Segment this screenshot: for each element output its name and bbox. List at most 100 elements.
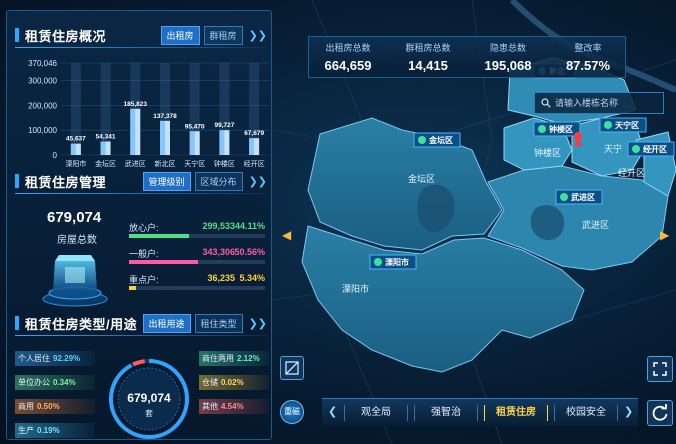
region-jintan bbox=[307, 117, 503, 251]
marker-label: 溧阳市 bbox=[385, 257, 409, 267]
x-tick-label: 新北区 bbox=[155, 159, 176, 168]
layer-toggle-button[interactable] bbox=[280, 356, 304, 380]
management-title: 租赁住房管理 bbox=[25, 174, 107, 190]
nav-prev-icon[interactable]: ❮ bbox=[328, 405, 337, 418]
tab-group-rental[interactable]: 群租房 bbox=[203, 25, 243, 45]
x-tick-label: 金坛区 bbox=[95, 159, 116, 168]
level-percent: 50.56% bbox=[234, 247, 265, 257]
usage-total-unit: 套 bbox=[145, 409, 153, 418]
level-row-safe: 放心户: 299,533 44.11% bbox=[129, 221, 265, 243]
search-input[interactable] bbox=[555, 98, 655, 108]
bar-value-label: 95,470 bbox=[185, 123, 205, 130]
marker-label: 天宁区 bbox=[615, 120, 639, 130]
header-divider bbox=[15, 193, 267, 194]
house-total-value: 679,074 bbox=[47, 209, 102, 226]
usage-total-value: 679,074 bbox=[127, 391, 171, 405]
podium-icon bbox=[42, 255, 108, 307]
marker-jintan: 金坛区 bbox=[413, 132, 461, 148]
x-tick-label: 天宁区 bbox=[184, 159, 205, 168]
region-name: 钟楼区 bbox=[534, 147, 561, 158]
level-progress-track bbox=[129, 260, 265, 264]
search-icon bbox=[541, 98, 551, 108]
region-name: 经开区 bbox=[618, 167, 645, 178]
chevron-right-icon[interactable]: ❯❯ bbox=[249, 317, 267, 330]
region-name: 天宁 bbox=[604, 143, 622, 154]
usage-label: 生产 bbox=[18, 426, 34, 435]
region-name: 溧阳市 bbox=[342, 283, 369, 294]
usage-label: 个人居住 bbox=[18, 354, 50, 363]
level-row-key: 重点户: 36,235 5.34% bbox=[129, 273, 265, 295]
header-accent bbox=[15, 28, 19, 42]
usage-item-mixed: 商住两用 2.12% bbox=[199, 351, 269, 366]
level-progress-fill bbox=[129, 286, 137, 290]
bar-shade bbox=[100, 141, 106, 155]
nav-tab-rental[interactable]: 租赁住房 bbox=[484, 405, 548, 421]
x-tick-label: 武进区 bbox=[125, 159, 146, 168]
house-total-label: 房屋总数 bbox=[57, 235, 97, 246]
chevron-right-icon[interactable]: ❯❯ bbox=[249, 29, 267, 42]
stat-group-total: 群租房总数 14,415 bbox=[389, 41, 467, 73]
nav-tab-campus[interactable]: 校园安全 bbox=[554, 405, 618, 421]
stats-bar: 出租房总数 664,659 群租房总数 14,415 隐患总数 195,068 … bbox=[308, 36, 626, 78]
nav-next-icon[interactable]: ❯ bbox=[624, 405, 633, 418]
chevron-right-icon[interactable]: ❯❯ bbox=[249, 175, 267, 188]
management-header: 租赁住房管理 管理级别 区域分布 ❯❯ bbox=[15, 171, 267, 194]
overview-title: 租赁住房概况 bbox=[25, 28, 107, 44]
stat-value: 87.57% bbox=[565, 58, 611, 73]
x-tick-label: 钟楼区 bbox=[214, 159, 235, 168]
arrow-right-icon[interactable]: ▶ bbox=[660, 228, 669, 242]
usage-value: 2.12% bbox=[237, 354, 260, 363]
region-name: 武进区 bbox=[582, 219, 609, 230]
usage-label: 商住两用 bbox=[202, 354, 234, 363]
tab-level[interactable]: 管理级别 bbox=[142, 171, 191, 191]
bar-value-label: 99,727 bbox=[214, 122, 234, 129]
refresh-button[interactable] bbox=[647, 400, 673, 426]
bar-value-label: 67,679 bbox=[244, 130, 264, 137]
x-tick-label: 溧阳市 bbox=[65, 159, 86, 168]
bar-value-label: 185,823 bbox=[124, 101, 148, 108]
marker-label: 钟楼区 bbox=[549, 124, 573, 134]
usage-label: 商用 bbox=[18, 402, 34, 411]
usage-item-storage: 仓储 0.02% bbox=[199, 375, 269, 390]
fullscreen-icon bbox=[653, 362, 667, 376]
marker-liyang: 溧阳市 bbox=[369, 254, 417, 270]
tab-tenancy-type[interactable]: 租住类型 bbox=[194, 313, 243, 333]
layer-icon bbox=[285, 361, 299, 375]
level-progress-fill bbox=[129, 260, 198, 264]
types-header: 租赁住房类型/用途 出租用途 租住类型 ❯❯ bbox=[15, 313, 267, 336]
usage-value: 92.29% bbox=[53, 354, 81, 363]
usage-item-production: 生产 0.19% bbox=[15, 423, 95, 438]
tab-usage[interactable]: 出租用途 bbox=[142, 313, 191, 333]
marker-wujin: 武进区 bbox=[555, 189, 603, 205]
stat-label: 整改率 bbox=[574, 43, 602, 53]
fullscreen-button[interactable] bbox=[647, 356, 673, 382]
bar-value-label: 54,341 bbox=[96, 133, 116, 140]
usage-item-other: 其他 4.54% bbox=[199, 399, 269, 414]
refresh-icon bbox=[652, 404, 668, 421]
stat-label: 群租房总数 bbox=[405, 43, 451, 53]
y-tick-label: 200,000 bbox=[28, 101, 57, 110]
usage-item-residence: 个人居住 92.29% bbox=[15, 351, 95, 366]
tab-rental[interactable]: 出租房 bbox=[160, 25, 200, 45]
tab-region[interactable]: 区域分布 bbox=[194, 171, 243, 191]
types-title: 租赁住房类型/用途 bbox=[25, 316, 138, 332]
y-tick-label: 0 bbox=[53, 151, 58, 160]
header-accent bbox=[15, 316, 19, 330]
usage-value: 0.50% bbox=[37, 402, 60, 411]
bar-shade bbox=[160, 120, 165, 155]
usage-value: 0.02% bbox=[221, 378, 244, 387]
nav-tab-overview[interactable]: 观全局 bbox=[344, 405, 408, 421]
nav-tab-governance[interactable]: 强智治 bbox=[414, 405, 478, 421]
building-search[interactable] bbox=[534, 92, 664, 114]
home-button[interactable]: 重磁 bbox=[280, 400, 304, 424]
bar-shade bbox=[189, 131, 195, 155]
bar-shade bbox=[130, 108, 136, 155]
usage-item-commercial: 商用 0.50% bbox=[15, 399, 95, 414]
arrow-left-icon[interactable]: ◀ bbox=[282, 228, 291, 242]
level-progress-track bbox=[129, 286, 265, 290]
stat-value: 14,415 bbox=[408, 58, 448, 73]
marker-jingkai: 经开区 bbox=[627, 141, 675, 157]
left-panel: 租赁住房概况 出租房 群租房 ❯❯ 0 100,000 200,000 300,000… bbox=[6, 10, 272, 440]
stat-value: 664,659 bbox=[324, 58, 372, 73]
bar-shade bbox=[70, 143, 76, 155]
